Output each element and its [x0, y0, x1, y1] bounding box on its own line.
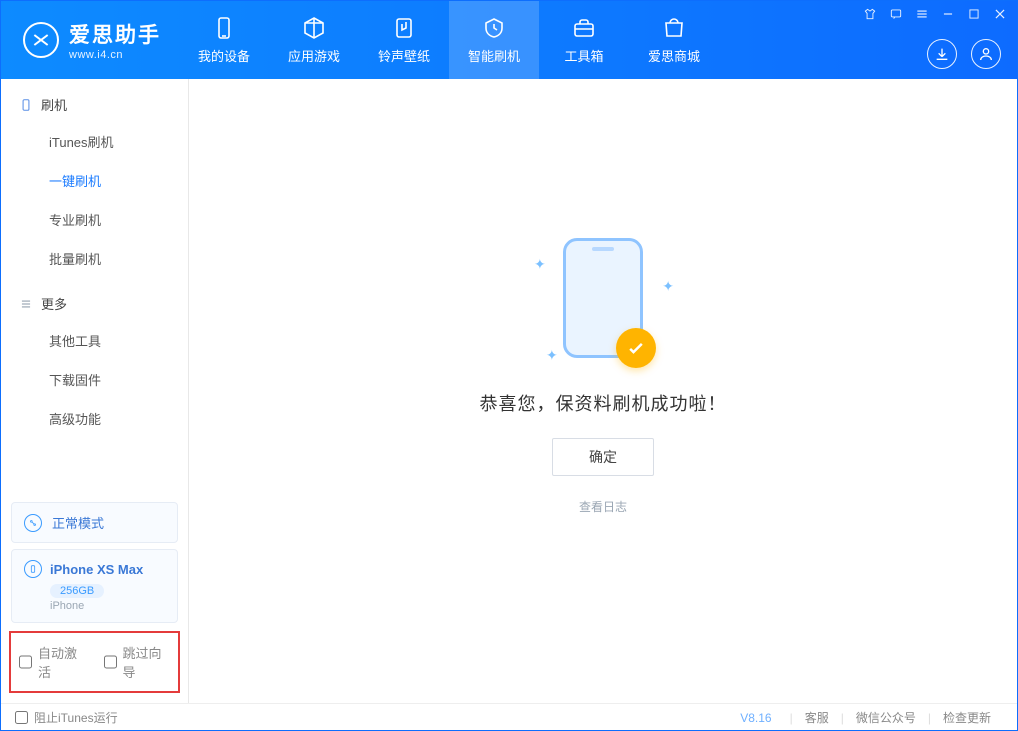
header-actions	[927, 39, 1001, 69]
footer-link-wechat[interactable]: 微信公众号	[844, 709, 928, 726]
nav-smart-flash[interactable]: 智能刷机	[449, 1, 539, 79]
nav-apps-games[interactable]: 应用游戏	[269, 1, 359, 79]
sidebar-item-itunes-flash[interactable]: iTunes刷机	[1, 122, 188, 161]
success-hero: ✦ ✦ ✦ 恭喜您，保资料刷机成功啦！ 确定 查看日志	[480, 238, 727, 515]
window-controls	[863, 7, 1007, 21]
option-auto-activate[interactable]: 自动激活	[19, 643, 86, 681]
mode-icon	[24, 514, 42, 532]
sparkle-icon: ✦	[546, 347, 558, 364]
main-nav: 我的设备 应用游戏 铃声壁纸 智能刷机 工具箱 爱思商城	[179, 1, 719, 79]
nav-toolbox[interactable]: 工具箱	[539, 1, 629, 79]
feedback-icon[interactable]	[889, 7, 903, 21]
success-illustration: ✦ ✦ ✦	[528, 238, 678, 368]
sidebar-item-other-tools[interactable]: 其他工具	[1, 321, 188, 360]
sparkle-icon: ✦	[534, 256, 546, 273]
sidebar-item-advanced[interactable]: 高级功能	[1, 399, 188, 438]
device-capacity: 256GB	[50, 584, 104, 598]
nav-ringtone-wallpaper[interactable]: 铃声壁纸	[359, 1, 449, 79]
sidebar-item-one-click-flash[interactable]: 一键刷机	[1, 161, 188, 200]
close-button[interactable]	[993, 7, 1007, 21]
check-badge-icon	[616, 328, 656, 368]
sparkle-icon: ✦	[662, 278, 674, 295]
mode-label: 正常模式	[52, 513, 104, 532]
checkbox-auto-activate[interactable]	[19, 655, 32, 669]
device-icon	[24, 560, 42, 578]
app-name: 爱思助手	[69, 19, 161, 49]
sidebar-group-flash: 刷机	[1, 79, 188, 122]
logo-icon	[23, 22, 59, 58]
minimize-button[interactable]	[941, 7, 955, 21]
ok-button[interactable]: 确定	[552, 438, 654, 476]
sidebar-item-download-firmware[interactable]: 下载固件	[1, 360, 188, 399]
flash-options-row: 自动激活 跳过向导	[9, 631, 180, 693]
footer-link-update[interactable]: 检查更新	[931, 709, 1003, 726]
app-url: www.i4.cn	[69, 49, 161, 61]
version-label: V8.16	[740, 711, 771, 725]
view-log-link[interactable]: 查看日志	[579, 498, 627, 515]
device-card[interactable]: iPhone XS Max 256GB iPhone	[11, 549, 178, 623]
main-content: ✦ ✦ ✦ 恭喜您，保资料刷机成功啦！ 确定 查看日志	[189, 79, 1017, 703]
success-title: 恭喜您，保资料刷机成功啦！	[480, 390, 727, 416]
maximize-button[interactable]	[967, 7, 981, 21]
sidebar-group-more: 更多	[1, 278, 188, 321]
account-button[interactable]	[971, 39, 1001, 69]
phone-icon	[19, 98, 33, 112]
app-logo: 爱思助手 www.i4.cn	[1, 1, 179, 79]
shirt-icon[interactable]	[863, 7, 877, 21]
device-type: iPhone	[50, 600, 165, 612]
option-block-itunes[interactable]: 阻止iTunes运行	[15, 709, 118, 726]
sidebar-item-batch-flash[interactable]: 批量刷机	[1, 239, 188, 278]
status-bar: 阻止iTunes运行 V8.16 | 客服 | 微信公众号 | 检查更新	[1, 703, 1017, 731]
nav-store[interactable]: 爱思商城	[629, 1, 719, 79]
sidebar-item-pro-flash[interactable]: 专业刷机	[1, 200, 188, 239]
sidebar: 刷机 iTunes刷机 一键刷机 专业刷机 批量刷机 更多 其他工具 下载固件 …	[1, 79, 189, 703]
device-name: iPhone XS Max	[50, 562, 143, 577]
checkbox-skip-guide[interactable]	[104, 655, 117, 669]
option-skip-guide[interactable]: 跳过向导	[104, 643, 171, 681]
footer-link-support[interactable]: 客服	[793, 709, 841, 726]
download-button[interactable]	[927, 39, 957, 69]
menu-icon[interactable]	[915, 7, 929, 21]
mode-card[interactable]: 正常模式	[11, 502, 178, 543]
checkbox-block-itunes[interactable]	[15, 711, 28, 724]
title-bar: 爱思助手 www.i4.cn 我的设备 应用游戏 铃声壁纸 智能刷机 工具箱 爱…	[1, 1, 1017, 79]
list-icon	[19, 297, 33, 311]
nav-my-device[interactable]: 我的设备	[179, 1, 269, 79]
